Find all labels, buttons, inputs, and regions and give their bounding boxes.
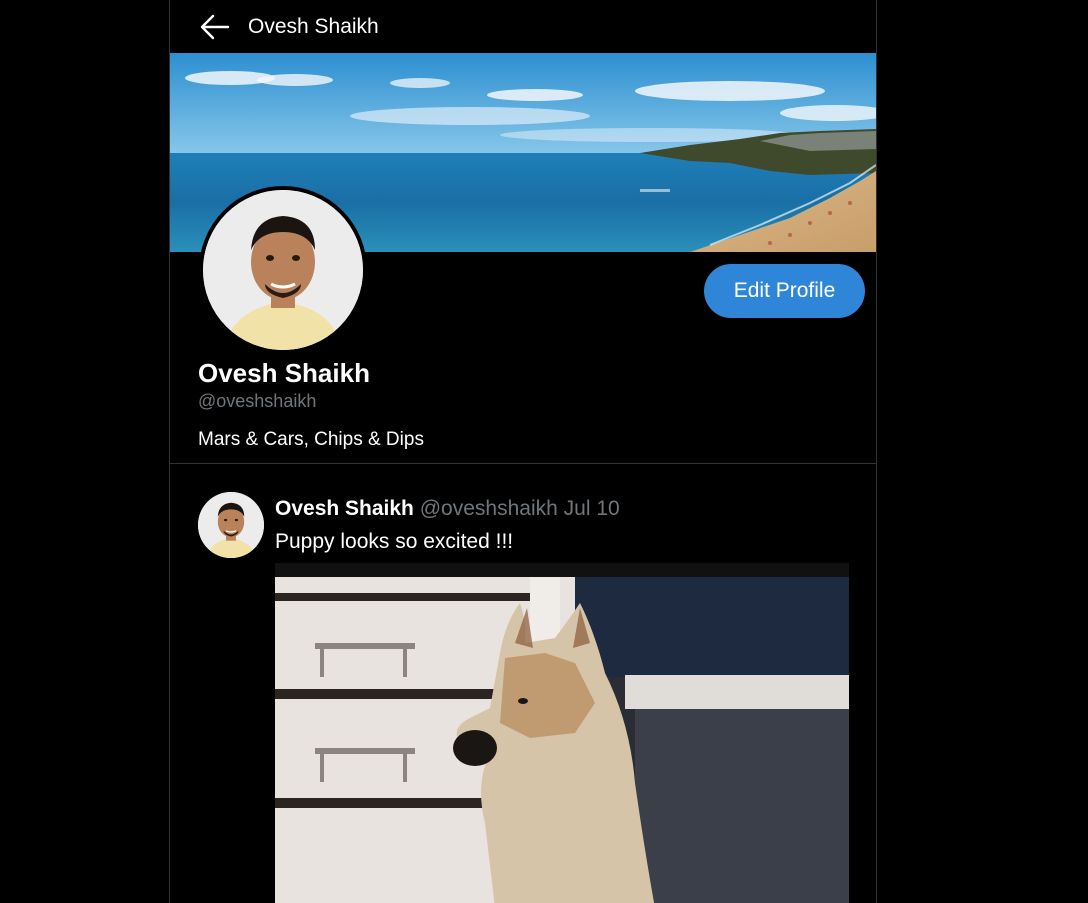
profile-bio: Mars & Cars, Chips & Dips [198,429,424,450]
avatar-image [198,492,264,558]
profile-column: Ovesh Shaikh Edit Profile Ovesh Shaikh @… [169,0,877,903]
profile-name: Ovesh Shaikh [198,358,370,388]
arrow-left-icon [200,14,230,40]
tweet[interactable]: Ovesh Shaikh @oveshshaikh Jul 10 Puppy l… [170,464,876,903]
profile-handle: @oveshshaikh [198,391,317,411]
tweet-text: Puppy looks so excited !!! [275,530,514,553]
profile-avatar[interactable] [199,186,367,354]
tweet-date[interactable]: Jul 10 [564,497,620,520]
back-button[interactable] [198,10,232,44]
tweet-author[interactable]: Ovesh Shaikh [275,497,414,520]
page-title: Ovesh Shaikh [248,15,379,38]
tweet-media-image [275,563,849,903]
tweet-avatar[interactable] [198,492,264,558]
avatar-image [203,190,363,350]
top-bar: Ovesh Shaikh [170,0,876,53]
tweet-header: Ovesh Shaikh @oveshshaikh Jul 10 [275,496,620,522]
tweet-media[interactable] [275,563,849,903]
tweet-handle[interactable]: @oveshshaikh [420,497,558,520]
edit-profile-button[interactable]: Edit Profile [704,264,865,318]
